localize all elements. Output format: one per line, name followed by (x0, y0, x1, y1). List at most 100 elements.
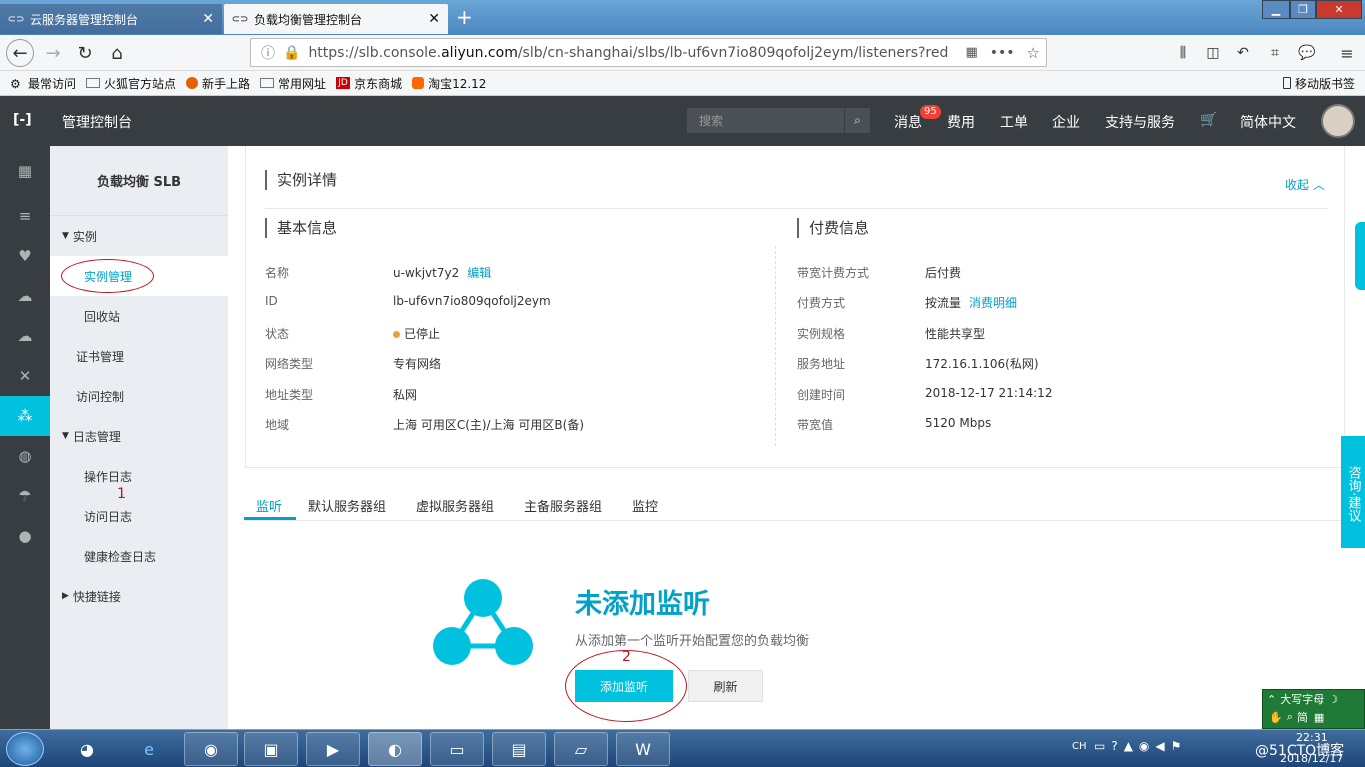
url-bar[interactable]: ⓘ 🔒 https://slb.console.aliyun.com/slb/c… (250, 38, 1047, 67)
side-drawer-handle[interactable] (1355, 222, 1365, 290)
firefox-icon[interactable]: ◐ (368, 732, 422, 766)
circle-icon[interactable]: ● (0, 516, 50, 556)
folder-icon (260, 78, 275, 88)
minimize-button[interactable]: ▁ (1262, 0, 1290, 19)
refresh-button[interactable]: 刷新 (688, 670, 763, 702)
tab-master-slave-group[interactable]: 主备服务器组 (524, 496, 602, 515)
player-icon[interactable]: ▶ (306, 732, 360, 766)
qr-code-icon[interactable]: ▦ (965, 45, 977, 60)
value-text: 上海 可用区C(主)/上海 可用区B(备) (393, 418, 585, 432)
undo-icon[interactable]: ↶ (1228, 39, 1258, 67)
bookmark-most-visited[interactable]: ⚙ 最常访问 (10, 75, 76, 92)
app-icon[interactable]: ▤ (492, 732, 546, 766)
detail-value: 专有网络 (393, 355, 441, 372)
sidebar-item-health-log[interactable]: 健康检查日志 (50, 536, 228, 576)
empty-description: 从添加第一个监听开始配置您的负载均衡 (575, 634, 810, 649)
menu-icon[interactable]: ≡ (1332, 39, 1362, 67)
close-window-button[interactable]: ✕ (1316, 0, 1362, 19)
bookmark-label: 火狐官方站点 (104, 76, 177, 91)
cloud-db-icon[interactable]: ☂ (0, 476, 50, 516)
console-title[interactable]: 管理控制台 (62, 112, 132, 132)
bookmark-common-sites[interactable]: 常用网址 (260, 75, 326, 92)
detail-link[interactable]: 消费明细 (969, 296, 1017, 310)
ie-icon[interactable]: e (122, 732, 176, 766)
shield-icon[interactable]: ♥ (0, 236, 50, 276)
ticket-link[interactable]: 工单 (1000, 112, 1028, 132)
messages-link[interactable]: 消息 (894, 112, 922, 132)
word-icon[interactable]: W (616, 732, 670, 766)
tab-default-server-group[interactable]: 默认服务器组 (308, 496, 386, 515)
sidebar-item-access-control[interactable]: 访问控制 (50, 376, 228, 416)
search-icon[interactable]: ⌕ (844, 108, 870, 133)
chat-icon[interactable]: 💬 (1292, 39, 1322, 67)
more-icon[interactable]: ••• (990, 45, 1015, 61)
tab-slb[interactable]: ⊂⊃ 负载均衡管理控制台 ✕ (224, 4, 448, 34)
language-select[interactable]: 简体中文 (1240, 112, 1296, 132)
sidebar-item-operation-log[interactable]: 操作日志 (50, 456, 228, 496)
home-icon[interactable]: ⌂ (102, 39, 132, 67)
app-icon[interactable]: ◕ (60, 732, 114, 766)
billing-link[interactable]: 费用 (947, 112, 975, 132)
ime-toolbar[interactable]: ⌃ 大写字母 ☽ ✋ ⌕ 简 ▦ (1262, 689, 1365, 729)
detail-value: 已停止 (393, 325, 440, 342)
star-icon[interactable]: ☆ (1027, 44, 1040, 62)
support-link[interactable]: 支持与服务 (1105, 112, 1175, 132)
notepad-icon[interactable]: ▱ (554, 732, 608, 766)
explorer-icon[interactable]: ▭ (430, 732, 484, 766)
back-arrow-icon[interactable]: ← (6, 39, 34, 67)
enterprise-link[interactable]: 企业 (1052, 112, 1080, 132)
aliyun-logo-icon[interactable]: [-] (13, 112, 32, 128)
new-tab-button[interactable]: + (456, 5, 473, 29)
tab-vserver-group[interactable]: 虚拟服务器组 (416, 496, 494, 515)
cloud-icon[interactable]: ☁ (0, 276, 50, 316)
tab-listeners[interactable]: 监听 (256, 496, 282, 515)
tab-monitor[interactable]: 监控 (632, 496, 658, 515)
sidebar-icon[interactable]: ◫ (1198, 39, 1228, 67)
iqiyi-icon[interactable]: ▣ (244, 732, 298, 766)
info-icon[interactable]: ⓘ (261, 43, 275, 63)
close-icon[interactable]: ✕ (202, 11, 214, 27)
detail-value: 5120 Mbps (925, 416, 991, 430)
close-icon[interactable]: ✕ (428, 11, 440, 27)
detail-link[interactable]: 编辑 (467, 266, 491, 280)
bookmark-firefox-site[interactable]: 火狐官方站点 (86, 75, 176, 92)
sidebar-item-access-log[interactable]: 访问日志 (50, 496, 228, 536)
bookmark-jd[interactable]: JD 京东商城 (336, 75, 402, 92)
consult-suggest-button[interactable]: 咨询·建议 (1341, 436, 1365, 548)
cross-icon[interactable]: ✕ (0, 356, 50, 396)
detail-value: lb-uf6vn7io809qofolj2eym (393, 294, 551, 308)
reload-icon[interactable]: ↻ (70, 39, 100, 67)
collapse-link[interactable]: 收起 ︿ (1285, 176, 1325, 193)
tab-cloud-server[interactable]: ⊂⊃ 云服务器管理控制台 ✕ (0, 4, 222, 34)
folder-icon (86, 78, 101, 88)
sidebar-group-logs[interactable]: ▼ 日志管理 (50, 416, 228, 456)
grid-icon[interactable]: ▦ (0, 151, 50, 191)
group-label: 日志管理 (72, 429, 121, 444)
globe-icon[interactable]: ◍ (0, 436, 50, 476)
sidebar-item-certificates[interactable]: 证书管理 (50, 336, 228, 376)
forward-arrow-icon[interactable]: → (38, 39, 68, 67)
library-icon[interactable]: ⫼ (1168, 39, 1198, 67)
list-icon[interactable]: ≡ (0, 196, 50, 236)
cloud-upload-icon[interactable]: ☁ (0, 316, 50, 356)
lock-icon: 🔒 (283, 44, 301, 61)
cart-icon[interactable]: 🛒 (1200, 112, 1217, 128)
slb-icon[interactable]: ⁂ (0, 396, 50, 436)
bookmark-label: 常用网址 (278, 76, 327, 91)
search-input[interactable]: 搜索 ⌕ (687, 108, 870, 133)
crop-icon[interactable]: ⌗ (1260, 39, 1290, 67)
bookmark-getting-started[interactable]: 新手上路 (186, 75, 250, 92)
tray-icons[interactable]: ▭?▲◉◀⚑ (1094, 739, 1187, 753)
avatar[interactable] (1321, 104, 1355, 138)
lang-indicator[interactable]: CH (1072, 741, 1087, 752)
maximize-button[interactable]: ❐ (1290, 0, 1316, 19)
sidebar-item-recycle[interactable]: 回收站 (50, 296, 228, 336)
bookmark-mobile[interactable]: 移动版书签 (1282, 75, 1355, 92)
start-button[interactable] (6, 732, 44, 766)
bookmark-taobao[interactable]: 淘宝12.12 (412, 75, 486, 92)
sidebar-group-instance[interactable]: ▼ 实例 (50, 216, 228, 256)
app-icon[interactable]: ◉ (184, 732, 238, 766)
sidebar-group-quicklinks[interactable]: ▶ 快捷链接 (50, 576, 228, 616)
bookmark-label: 移动版书签 (1294, 76, 1355, 91)
annotation-circle (61, 259, 154, 293)
